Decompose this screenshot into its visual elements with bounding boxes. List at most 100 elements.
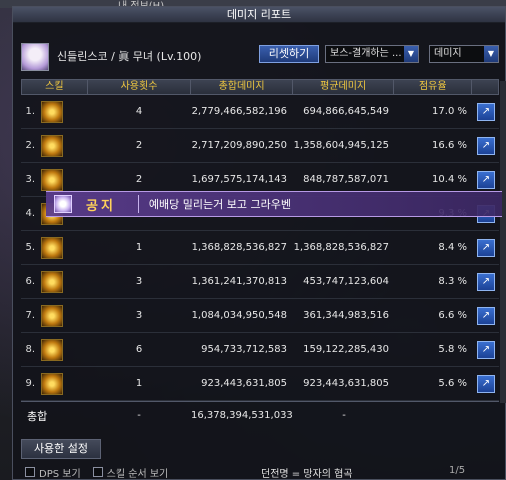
window-title: 데미지 리포트 <box>13 7 505 23</box>
notice-text: 예배당 밀리는거 보고 그라우벤 <box>148 198 291 211</box>
row-total: 923,443,631,805 <box>201 378 287 389</box>
header-avg[interactable]: 평균데미지 <box>293 80 395 94</box>
row-count: 1 <box>135 242 143 253</box>
table-row: 1. 4 2,779,466,582,196 694,866,645,549 1… <box>21 95 499 129</box>
row-avg: 1,358,604,945,125 <box>293 140 389 151</box>
dungeon-info: 던전명 = 망자의 협곡 <box>261 469 353 480</box>
row-share: 16.6 % <box>432 140 467 151</box>
header-share[interactable]: 점유율 <box>394 80 473 94</box>
header-count[interactable]: 사용횟수 <box>88 80 192 94</box>
row-avg: 453,747,123,604 <box>303 276 389 287</box>
table-row: 9. 1 923,443,631,805 923,443,631,805 5.6… <box>21 367 499 401</box>
character-avatar <box>21 43 49 71</box>
header-row: 신들린스코 / 眞 무녀 (Lv.100) 리셋하기 보스-결개하는 ... ▼… <box>13 25 505 85</box>
row-share: 5.8 % <box>438 344 467 355</box>
row-count: 1 <box>135 378 143 389</box>
row-share: 6.6 % <box>438 310 467 321</box>
total-count: - <box>137 410 141 421</box>
share-icon[interactable]: ↗ <box>477 306 495 325</box>
row-avg: 159,122,285,430 <box>303 344 389 355</box>
table-row: 5. 1 1,368,828,536,827 1,368,828,536,827… <box>21 231 499 265</box>
skill-icon <box>41 372 63 395</box>
row-avg: 361,344,983,516 <box>303 310 389 321</box>
row-total: 1,368,828,536,827 <box>191 242 287 253</box>
header-total[interactable]: 총합데미지 <box>191 80 293 94</box>
row-share: 5.6 % <box>438 378 467 389</box>
dps-checkbox[interactable] <box>25 467 35 477</box>
row-share: 10.4 % <box>432 174 467 185</box>
skill-icon <box>41 134 63 157</box>
header-action <box>472 80 498 94</box>
skill-icon <box>41 338 63 361</box>
skill-icon <box>41 270 63 293</box>
row-avg: 923,443,631,805 <box>303 378 389 389</box>
damage-report-window: 데미지 리포트 신들린스코 / 眞 무녀 (Lv.100) 리셋하기 보스-결개… <box>12 6 506 480</box>
share-icon[interactable]: ↗ <box>477 102 495 121</box>
row-rank: 8. <box>25 344 35 355</box>
table-header: 스킬 사용횟수 총합데미지 평균데미지 점유율 <box>21 79 499 95</box>
table-scrollbar[interactable] <box>500 81 506 403</box>
row-rank: 5. <box>25 242 35 253</box>
chevron-down-icon[interactable]: ▼ <box>484 46 498 62</box>
row-count: 4 <box>135 106 143 117</box>
bottom-bar: DPS 보기 스킬 순서 보기 던전명 = 망자의 협곡 1/5 <box>13 463 505 480</box>
table-row: 7. 3 1,084,034,950,548 361,344,983,516 6… <box>21 299 499 333</box>
share-icon[interactable]: ↗ <box>477 272 495 291</box>
total-row: 총합 - 16,378,394,531,033 - <box>21 401 499 429</box>
order-label: 스킬 순서 보기 <box>106 468 169 480</box>
row-total: 954,733,712,583 <box>201 344 287 355</box>
row-count: 2 <box>135 140 143 151</box>
dungeon-dropdown[interactable]: 보스-결개하는 ... ▼ <box>325 45 419 63</box>
chevron-down-icon[interactable]: ▼ <box>404 46 418 62</box>
notice-divider <box>137 195 139 213</box>
page-indicator: 1/5 <box>449 465 466 476</box>
skill-icon <box>41 236 63 259</box>
table-row: 8. 6 954,733,712,583 159,122,285,430 5.8… <box>21 333 499 367</box>
header-skill[interactable]: 스킬 <box>22 80 88 94</box>
dungeon-dropdown-value: 보스-결개하는 ... <box>330 48 402 59</box>
row-avg: 694,866,645,549 <box>303 106 389 117</box>
row-total: 1,697,575,174,143 <box>191 174 287 185</box>
row-share: 8.3 % <box>438 276 467 287</box>
row-share: 17.0 % <box>432 106 467 117</box>
notice-label: 공지 <box>86 198 116 214</box>
settings-tab[interactable]: 사용한 설정 <box>21 439 101 459</box>
row-rank: 6. <box>25 276 35 287</box>
order-checkbox[interactable] <box>92 467 103 477</box>
row-total: 1,361,241,370,813 <box>191 276 287 287</box>
skill-icon <box>41 168 63 191</box>
row-rank: 1. <box>25 106 35 117</box>
row-count: 6 <box>135 344 143 355</box>
total-avg: - <box>342 410 346 421</box>
character-name: 신들린스코 / 眞 무녀 (Lv.100) <box>57 50 202 63</box>
skill-icon <box>41 100 63 123</box>
share-icon[interactable]: ↗ <box>477 238 495 257</box>
table-row: 6. 3 1,361,241,370,813 453,747,123,604 8… <box>21 265 499 299</box>
share-icon[interactable]: ↗ <box>477 340 495 359</box>
row-avg: 848,787,587,071 <box>303 174 389 185</box>
row-total: 2,717,209,890,250 <box>191 140 287 151</box>
dps-label: DPS 보기 <box>39 468 81 480</box>
row-rank: 4. <box>25 208 35 219</box>
row-count: 3 <box>135 276 143 287</box>
metric-dropdown-value: 데미지 <box>434 48 462 59</box>
row-count: 2 <box>135 174 143 185</box>
share-icon[interactable]: ↗ <box>477 374 495 393</box>
row-total: 2,779,466,582,196 <box>191 106 287 117</box>
share-icon[interactable]: ↗ <box>477 136 495 155</box>
table-row: 2. 2 2,717,209,890,250 1,358,604,945,125… <box>21 129 499 163</box>
row-count: 3 <box>135 310 143 321</box>
row-avg: 1,368,828,536,827 <box>293 242 389 253</box>
skill-damage-table: 스킬 사용횟수 총합데미지 평균데미지 점유율 1. 4 2,779,466,5… <box>21 79 499 429</box>
notice-icon <box>54 195 72 213</box>
row-total: 1,084,034,950,548 <box>191 310 287 321</box>
metric-dropdown[interactable]: 데미지 ▼ <box>429 45 499 63</box>
notice-banner: 공지 예배당 밀리는거 보고 그라우벤 <box>46 191 502 217</box>
reset-button[interactable]: 리셋하기 <box>259 45 319 63</box>
skill-icon <box>41 304 63 327</box>
total-damage: 16,378,394,531,033 <box>191 410 293 421</box>
row-rank: 7. <box>25 310 35 321</box>
share-icon[interactable]: ↗ <box>477 170 495 189</box>
row-rank: 3. <box>25 174 35 185</box>
row-share: 8.4 % <box>438 242 467 253</box>
